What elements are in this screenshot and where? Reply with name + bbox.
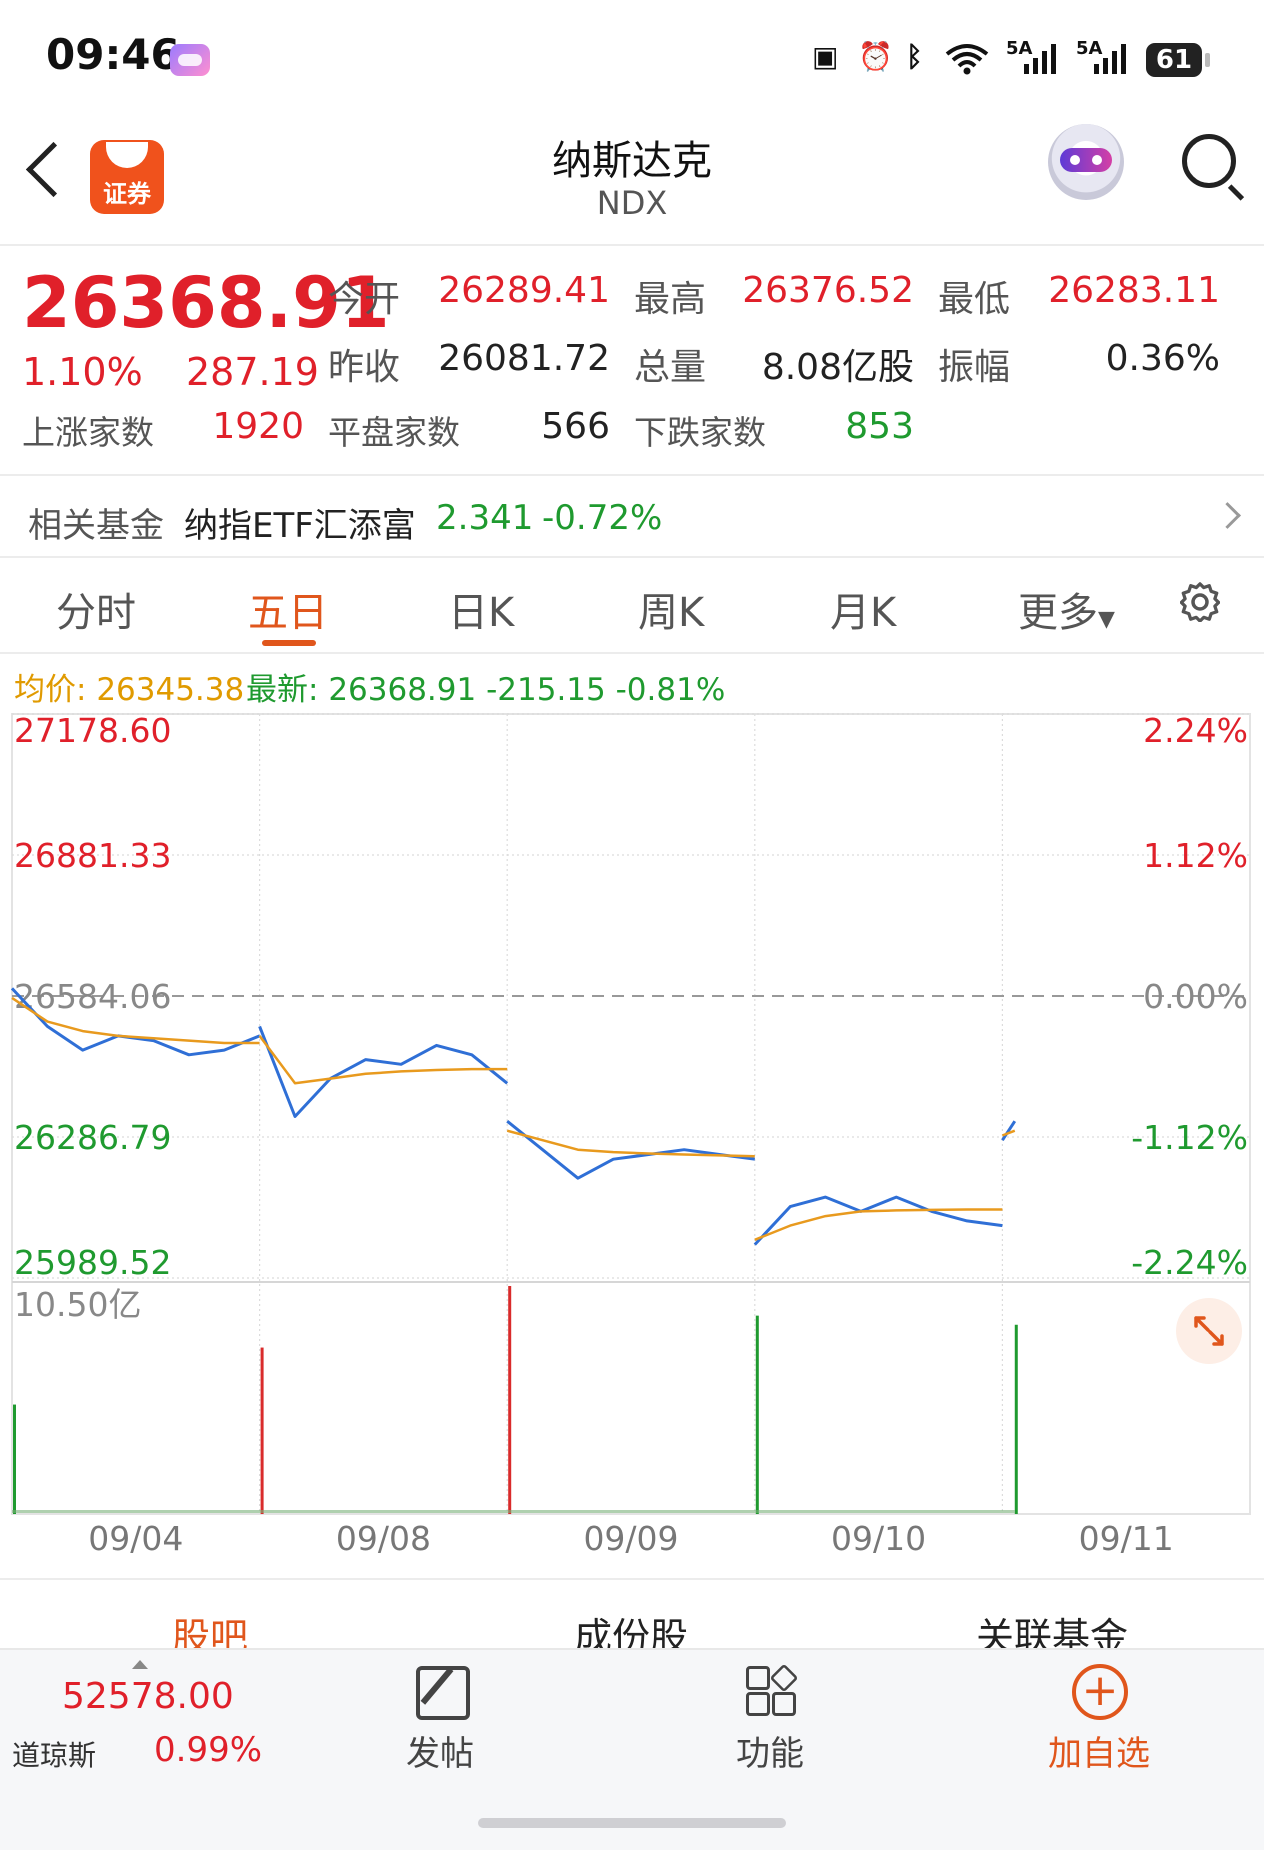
- prev-close-value: 26081.72: [438, 338, 610, 379]
- tab-five-day[interactable]: 五日: [248, 580, 328, 638]
- volume-label: 总量: [634, 347, 707, 388]
- point-change: 287.19: [186, 350, 319, 394]
- alarm-icon: ⏰: [858, 40, 893, 73]
- volume-bar: [1014, 1324, 1018, 1514]
- latest-price-info: 最新: 26368.91 -215.15 -0.81%: [246, 664, 725, 709]
- chart-frame: [11, 713, 1251, 1515]
- expand-icon[interactable]: [1176, 1298, 1242, 1364]
- active-tab-indicator: [262, 640, 316, 646]
- avg-label: 均价:: [14, 672, 87, 708]
- gear-icon[interactable]: [1179, 582, 1221, 623]
- dow-jones-name[interactable]: 道琼斯: [12, 1734, 96, 1774]
- volume-bar: [755, 1315, 759, 1514]
- unchanged-label: 平盘家数: [328, 413, 460, 452]
- volume-bar: [508, 1286, 512, 1514]
- low-label: 最低: [938, 279, 1011, 320]
- decliners-label: 下跌家数: [634, 413, 766, 452]
- latest-label: 最新:: [246, 672, 319, 708]
- volume-value: 8.08亿股: [761, 347, 914, 388]
- five-day-chart[interactable]: 27178.60 2.24% 26881.33 1.12% 26584.06 0.00% 2…: [0, 708, 1264, 1558]
- y-tick-label: 26881.33: [14, 836, 171, 875]
- tab-more[interactable]: 更多▼: [1018, 580, 1115, 638]
- y-pct-tick-label: 0.00%: [1143, 977, 1248, 1016]
- series-line-latest: [753, 1195, 1003, 1246]
- home-indicator[interactable]: [478, 1818, 786, 1828]
- tab-intraday[interactable]: 分时: [56, 580, 136, 638]
- y-tick-label: 25989.52: [14, 1243, 171, 1282]
- edit-icon[interactable]: [416, 1666, 470, 1720]
- series-line-avg: [258, 1035, 508, 1085]
- volume-bar: [260, 1347, 264, 1514]
- x-tick-label: 09/09: [583, 1519, 678, 1558]
- related-fund-change: -0.72%: [542, 498, 663, 538]
- wifi-icon: [942, 40, 992, 76]
- tab-more-label: 更多: [1018, 590, 1098, 636]
- series-line-avg: [754, 1208, 1003, 1241]
- unchanged-value: 566: [541, 406, 610, 447]
- avg-value: 26345.38: [96, 672, 245, 708]
- high-value: 26376.52: [742, 270, 914, 311]
- related-fund-price: 2.341: [436, 498, 534, 538]
- prev-close-label: 昨收: [328, 347, 401, 388]
- advancers-value: 1920: [212, 406, 304, 447]
- bluetooth-icon: ᛒ: [906, 40, 923, 73]
- low-value: 26283.11: [1048, 270, 1220, 311]
- related-fund-label: 相关基金: [28, 506, 164, 546]
- amplitude-label: 振幅: [938, 347, 1011, 388]
- tab-monthly-k[interactable]: 月K: [830, 580, 896, 638]
- x-tick-label: 09/10: [831, 1519, 926, 1558]
- y-tick-label: 26584.06: [14, 977, 171, 1016]
- open-label: 今开: [328, 279, 401, 320]
- plus-circle-icon[interactable]: +: [1072, 1664, 1128, 1720]
- y-tick-label: 26286.79: [14, 1118, 171, 1157]
- dow-jones-pct[interactable]: 0.99%: [154, 1730, 262, 1770]
- signal-1-icon: [1022, 40, 1062, 76]
- caret-down-icon: ▼: [1098, 607, 1115, 632]
- latest-pct: -0.81%: [615, 672, 726, 708]
- open-value: 26289.41: [438, 270, 610, 311]
- robot-assistant-avatar[interactable]: [1048, 124, 1124, 200]
- x-tick-label: 09/08: [336, 1519, 431, 1558]
- caret-up-icon: [132, 1660, 148, 1669]
- volume-max-label: 10.50亿: [14, 1285, 141, 1324]
- pct-change: 1.10%: [22, 350, 143, 394]
- y-pct-tick-label: 1.12%: [1143, 836, 1248, 875]
- related-fund-name: 纳指ETF汇添富: [184, 506, 416, 546]
- advancers-label: 上涨家数: [22, 413, 154, 452]
- y-pct-tick-label: -2.24%: [1131, 1243, 1248, 1282]
- nav-post[interactable]: 发帖: [406, 1726, 474, 1775]
- latest-change: -215.15: [486, 672, 606, 708]
- volume-baseline: [12, 1510, 1015, 1513]
- battery-icon: 61: [1146, 43, 1210, 77]
- volume-bar: [13, 1404, 16, 1514]
- avg-price-info: 均价: 26345.38: [14, 664, 244, 709]
- tab-weekly-k[interactable]: 周K: [638, 580, 704, 638]
- y-tick-label: 27178.60: [14, 711, 171, 750]
- y-pct-tick-label: 2.24%: [1143, 711, 1248, 750]
- grid-icon[interactable]: [746, 1663, 799, 1718]
- y-pct-tick-label: -1.12%: [1131, 1118, 1248, 1157]
- chart-bottom-divider: [0, 1578, 1264, 1580]
- nav-function[interactable]: 功能: [736, 1726, 804, 1775]
- decliners-value: 853: [845, 406, 914, 447]
- tabs-divider: [0, 652, 1264, 654]
- nav-add-watchlist[interactable]: 加自选: [1048, 1726, 1150, 1775]
- signal-2-icon: [1092, 40, 1132, 76]
- vr-app-icon: [170, 44, 210, 76]
- chevron-right-icon: [1214, 502, 1241, 529]
- latest-value: 26368.91: [328, 672, 477, 708]
- x-tick-label: 09/04: [88, 1519, 183, 1558]
- search-icon[interactable]: [1182, 134, 1236, 188]
- header-divider: [0, 244, 1264, 246]
- tab-daily-k[interactable]: 日K: [448, 580, 514, 638]
- fund-divider: [0, 556, 1264, 558]
- related-fund-row[interactable]: 相关基金 纳指ETF汇添富 2.341 -0.72%: [0, 476, 1264, 558]
- dow-jones-value[interactable]: 52578.00: [62, 1676, 234, 1717]
- high-label: 最高: [634, 279, 707, 320]
- series-line-latest: [506, 1120, 755, 1180]
- nfc-icon: ▣: [812, 40, 839, 73]
- amplitude-value: 0.36%: [1105, 338, 1220, 379]
- status-time: 09:46: [46, 30, 180, 79]
- x-tick-label: 09/11: [1079, 1519, 1174, 1558]
